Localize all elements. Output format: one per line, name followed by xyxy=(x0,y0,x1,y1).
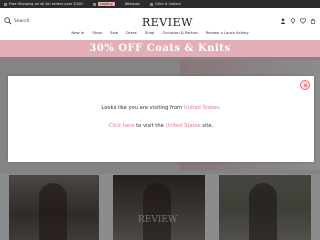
main-nav: New In Shop Sale Dress Shop Occasion & P… xyxy=(0,30,320,38)
search-button[interactable]: Search xyxy=(4,17,29,25)
promo-click-collect: Click & Collect xyxy=(149,2,181,6)
wishlist-icon[interactable] xyxy=(300,18,306,24)
nav-dress[interactable]: Dress xyxy=(126,30,137,38)
nav-new-in[interactable]: New In xyxy=(71,30,84,38)
nav-shop[interactable]: Shop xyxy=(92,30,102,38)
nav-shop-2[interactable]: Shop xyxy=(145,30,155,38)
country-redirect-modal: Looks like you are visiting from United … xyxy=(8,76,314,162)
store-icon xyxy=(149,2,153,6)
promo-afterpay: Afterpay xyxy=(124,2,140,6)
promo-laybuy: Laybuy xyxy=(92,2,115,6)
nav-occasion[interactable]: Occasion & Parties xyxy=(162,30,198,38)
site-logo[interactable]: REVIEW xyxy=(142,16,193,29)
location-icon[interactable] xyxy=(290,18,296,24)
sale-banner[interactable]: 30% OFF Coats & Knits xyxy=(0,40,320,57)
detected-country: United States xyxy=(183,105,219,111)
search-label: Search xyxy=(14,18,30,24)
target-country: United States xyxy=(165,123,201,129)
detected-country-message: Looks like you are visiting from United … xyxy=(101,105,221,111)
truck-icon xyxy=(4,2,7,6)
close-icon xyxy=(303,83,307,87)
redirect-message: Click here to visit the United States si… xyxy=(108,123,214,129)
site-header: Search REVIEW New In Shop Sale Dress Sho… xyxy=(0,8,320,35)
nav-sale[interactable]: Sale xyxy=(110,30,118,38)
payment-icon xyxy=(92,2,96,6)
header-icons xyxy=(280,18,316,24)
banner-text: 30% OFF Coats & Knits xyxy=(89,43,231,54)
promo-free-shipping: Free Shipping on all AU orders over $100 xyxy=(4,2,83,6)
click-here-link[interactable]: Click here xyxy=(109,123,135,129)
account-icon[interactable] xyxy=(280,18,286,24)
promo-strip: Free Shipping on all AU orders over $100… xyxy=(0,0,320,8)
nav-laura-ashley[interactable]: Review x Laura Ashley xyxy=(206,30,249,38)
search-icon xyxy=(4,17,12,25)
close-button[interactable] xyxy=(300,80,310,90)
bag-icon[interactable] xyxy=(310,18,316,24)
